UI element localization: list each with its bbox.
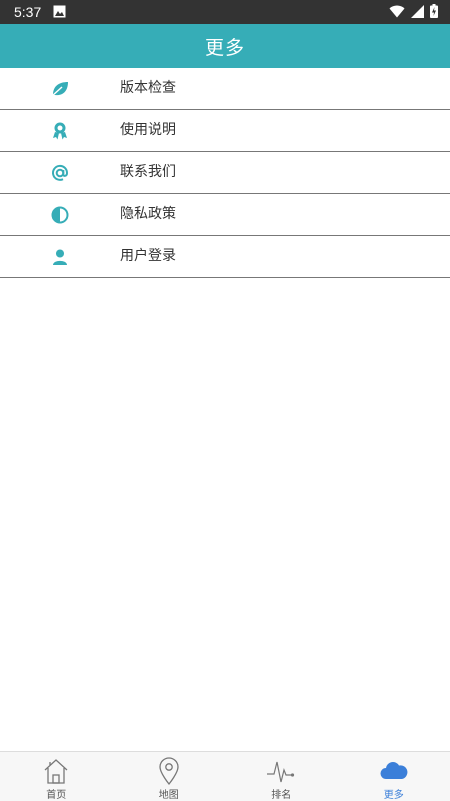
at-icon: [50, 163, 70, 183]
nav-item-map[interactable]: 地图: [113, 752, 226, 801]
pulse-icon: [266, 756, 296, 786]
menu-item-label: 版本检查: [120, 68, 176, 109]
nav-item-more[interactable]: 更多: [338, 752, 450, 801]
app-bar: 更多: [0, 24, 450, 68]
wifi-icon: [389, 5, 405, 18]
battery-icon: [430, 4, 438, 18]
signal-icon: [411, 5, 424, 18]
status-bar: 5:37: [0, 0, 450, 24]
map-pin-icon: [154, 756, 184, 786]
menu-item-version-check[interactable]: 版本检查: [0, 68, 450, 110]
nav-label: 更多: [338, 786, 450, 801]
menu-item-user-login[interactable]: 用户登录: [0, 236, 450, 278]
nav-label: 地图: [113, 786, 226, 801]
menu-item-instructions[interactable]: 使用说明: [0, 110, 450, 152]
photo-icon: [53, 5, 66, 18]
leaf-icon: [50, 79, 70, 99]
home-icon: [41, 756, 71, 786]
menu-item-privacy-policy[interactable]: 隐私政策: [0, 194, 450, 236]
bottom-nav: 首页 地图 排名 更多: [0, 751, 450, 801]
nav-item-ranking[interactable]: 排名: [225, 752, 338, 801]
page-title: 更多: [205, 33, 245, 60]
menu-item-label: 使用说明: [120, 110, 176, 151]
cloud-icon: [379, 756, 409, 786]
nav-item-home[interactable]: 首页: [0, 752, 113, 801]
award-icon: [50, 121, 70, 141]
nav-label: 首页: [0, 786, 113, 801]
user-icon: [50, 247, 70, 267]
half-circle-icon: [50, 205, 70, 225]
menu-item-label: 联系我们: [120, 152, 176, 193]
nav-label: 排名: [225, 786, 338, 801]
menu-item-contact-us[interactable]: 联系我们: [0, 152, 450, 194]
menu-item-label: 用户登录: [120, 236, 176, 277]
status-time: 5:37: [14, 3, 41, 21]
menu-list: 版本检查 使用说明 联系我们 隐私政策: [0, 68, 450, 278]
menu-item-label: 隐私政策: [120, 194, 176, 235]
